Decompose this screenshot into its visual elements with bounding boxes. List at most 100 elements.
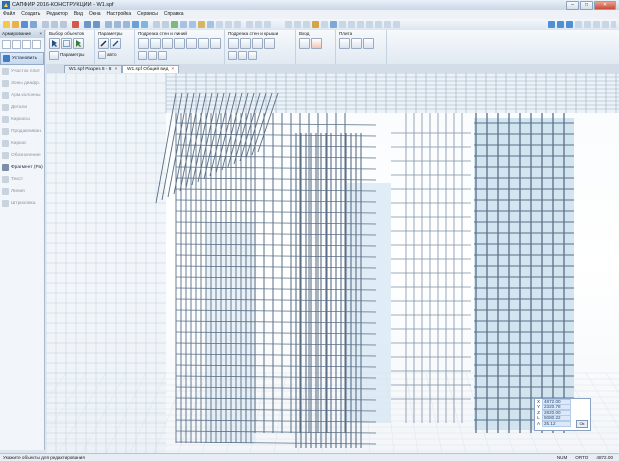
opening-icon[interactable]: [311, 38, 322, 49]
render-icon[interactable]: [216, 21, 223, 28]
minimize-button[interactable]: –: [566, 1, 579, 10]
offset-line-icon[interactable]: [158, 51, 167, 60]
panel-tool-4-icon[interactable]: [32, 40, 41, 49]
trim-wall-icon[interactable]: [138, 38, 149, 49]
transparent-icon[interactable]: [593, 21, 600, 28]
select-add-icon[interactable]: [73, 38, 84, 49]
panel-item-install[interactable]: Установить: [0, 52, 44, 65]
undo-icon[interactable]: [84, 21, 91, 28]
extend-wall-icon[interactable]: [150, 38, 161, 49]
print-icon[interactable]: [30, 21, 37, 28]
redo-icon[interactable]: [93, 21, 100, 28]
panel-tool-3-icon[interactable]: [22, 40, 31, 49]
toolbar-overflow-icon[interactable]: [611, 21, 616, 28]
roof-trim-icon[interactable]: [228, 38, 239, 49]
properties-icon[interactable]: [198, 21, 205, 28]
panel-item-slab-area[interactable]: Участок плит: [0, 66, 44, 77]
ortho-icon[interactable]: [264, 21, 271, 28]
select-all-icon[interactable]: [285, 21, 292, 28]
menu-settings[interactable]: Настройка: [104, 10, 135, 19]
save-icon[interactable]: [21, 21, 28, 28]
roof-extend-icon[interactable]: [240, 38, 251, 49]
open-folder-icon[interactable]: [12, 21, 19, 28]
tools-icon[interactable]: [375, 21, 382, 28]
tee-wall-icon[interactable]: [198, 38, 209, 49]
cross-wall-icon[interactable]: [210, 38, 221, 49]
wireframe-icon[interactable]: [575, 21, 582, 28]
tab-close-icon[interactable]: ×: [114, 67, 117, 72]
import-icon[interactable]: [348, 21, 355, 28]
hidden-line-icon[interactable]: [602, 21, 609, 28]
filter-icon[interactable]: [246, 21, 253, 28]
measure-icon[interactable]: [207, 21, 214, 28]
light-icon[interactable]: [312, 21, 319, 28]
slab-add-icon[interactable]: [339, 38, 350, 49]
panel-item-text[interactable]: Текст: [0, 174, 44, 185]
roof-gable-icon[interactable]: [238, 51, 247, 60]
select-frame-icon[interactable]: [61, 38, 72, 49]
calc-icon[interactable]: [357, 21, 364, 28]
table-icon[interactable]: [234, 21, 241, 28]
params-icon[interactable]: [49, 51, 59, 60]
camera-icon[interactable]: [321, 21, 328, 28]
coord-ok-button[interactable]: Ok: [576, 420, 588, 428]
coord-a-field[interactable]: 25.12: [542, 420, 571, 427]
panel-close-icon[interactable]: ×: [39, 30, 42, 38]
split-wall-icon[interactable]: [186, 38, 197, 49]
slab-hole-icon[interactable]: [363, 38, 374, 49]
snap-icon[interactable]: [255, 21, 262, 28]
zoom-extents-icon[interactable]: [123, 21, 130, 28]
view-side-icon[interactable]: [566, 21, 573, 28]
menu-services[interactable]: Сервисы: [134, 10, 161, 19]
pan-icon[interactable]: [132, 21, 139, 28]
extend-line-icon[interactable]: [148, 51, 157, 60]
show-icon[interactable]: [303, 21, 310, 28]
panel-tool-2-icon[interactable]: [12, 40, 21, 49]
text-icon[interactable]: [225, 21, 232, 28]
panel-item-column-rebar[interactable]: Арм.колонны: [0, 90, 44, 101]
roof-edge-icon[interactable]: [228, 51, 237, 60]
panel-item-line[interactable]: Линия: [0, 186, 44, 197]
hide-icon[interactable]: [294, 21, 301, 28]
maximize-button[interactable]: □: [580, 1, 593, 10]
menu-editor[interactable]: Редактор: [43, 10, 71, 19]
export-icon[interactable]: [339, 21, 346, 28]
trim-line-icon[interactable]: [138, 51, 147, 60]
roof-join-icon[interactable]: [252, 38, 263, 49]
cut-icon[interactable]: [42, 21, 49, 28]
copy-icon[interactable]: [51, 21, 58, 28]
select-arrow-icon[interactable]: [49, 38, 60, 49]
zoom-in-icon[interactable]: [105, 21, 112, 28]
delete-icon[interactable]: [72, 21, 79, 28]
help-icon[interactable]: [393, 21, 400, 28]
view-front-icon[interactable]: [557, 21, 564, 28]
paste-icon[interactable]: [60, 21, 67, 28]
slab-edit-icon[interactable]: [351, 38, 362, 49]
rotate-icon[interactable]: [141, 21, 148, 28]
grid-icon[interactable]: [162, 21, 169, 28]
panel-item-details[interactable]: Детали: [0, 102, 44, 113]
panel-item-hatch[interactable]: Штриховка: [0, 198, 44, 209]
panel-item-fragment[interactable]: Фрагмент (Ра): [0, 162, 44, 173]
panel-item-punching[interactable]: Продавливан.: [0, 126, 44, 137]
window-icon[interactable]: [384, 21, 391, 28]
join-wall-icon[interactable]: [162, 38, 173, 49]
zoom-out-icon[interactable]: [114, 21, 121, 28]
shaded-icon[interactable]: [584, 21, 591, 28]
menu-help[interactable]: Справка: [161, 10, 187, 19]
auto-checkbox[interactable]: [98, 51, 106, 59]
panel-tool-1-icon[interactable]: [2, 40, 11, 49]
roof-hip-icon[interactable]: [248, 51, 257, 60]
panel-item-cage[interactable]: Каркас: [0, 138, 44, 149]
panel-item-designation[interactable]: Обозначение: [0, 150, 44, 161]
menu-create[interactable]: Создать: [18, 10, 43, 19]
panel-item-diaphragm-zones[interactable]: Зоны диафр.: [0, 78, 44, 89]
roof-slope-icon[interactable]: [264, 38, 275, 49]
settings-icon[interactable]: [366, 21, 373, 28]
plan-icon[interactable]: [189, 21, 196, 28]
menu-view[interactable]: Вид: [71, 10, 86, 19]
door-icon[interactable]: [299, 38, 310, 49]
view-3d-icon[interactable]: [171, 21, 178, 28]
view-top-icon[interactable]: [548, 21, 555, 28]
new-file-icon[interactable]: [3, 21, 10, 28]
